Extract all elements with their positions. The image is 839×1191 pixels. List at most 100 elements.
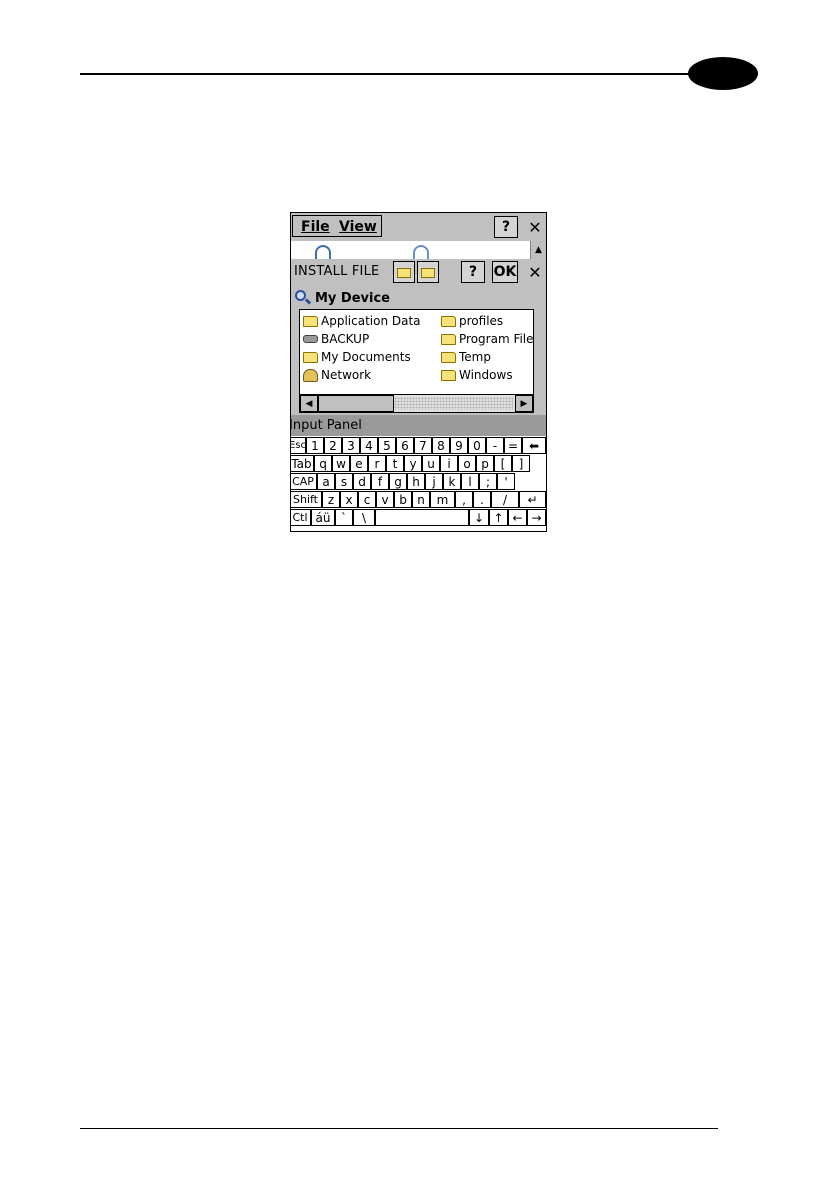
key-s[interactable]: s xyxy=(335,473,353,490)
key-tab[interactable]: Tab xyxy=(291,455,314,472)
key-minus[interactable]: - xyxy=(486,437,504,454)
key-slash[interactable]: / xyxy=(491,491,519,508)
key-y[interactable]: y xyxy=(404,455,422,472)
key-6[interactable]: 6 xyxy=(396,437,414,454)
arrow-left-key[interactable]: ← xyxy=(508,509,527,526)
location-row: My Device xyxy=(295,289,390,307)
key-v[interactable]: v xyxy=(376,491,394,508)
key-comma[interactable]: , xyxy=(455,491,473,508)
close-button[interactable]: ✕ xyxy=(523,216,546,238)
scroll-track[interactable] xyxy=(394,397,513,410)
key-esc[interactable]: Esc xyxy=(291,437,306,454)
key-h[interactable]: h xyxy=(407,473,425,490)
folder-icon xyxy=(441,351,456,363)
key-z[interactable]: z xyxy=(322,491,340,508)
key-right-bracket[interactable]: ] xyxy=(512,455,530,472)
key-m[interactable]: m xyxy=(430,491,455,508)
key-1[interactable]: 1 xyxy=(306,437,324,454)
file-list: Application Data BACKUP My Documents Net… xyxy=(299,309,534,413)
scroll-left-icon[interactable]: ◀ xyxy=(300,395,318,412)
location-label: My Device xyxy=(315,290,390,306)
keyboard-row-5: Ctl áü ` \ ↓ ↑ ← → xyxy=(291,509,546,527)
horizontal-scrollbar[interactable]: ◀ ▶ xyxy=(300,394,533,412)
folder-icon xyxy=(441,369,456,381)
arrow-right-key[interactable]: → xyxy=(527,509,546,526)
key-equals[interactable]: = xyxy=(504,437,522,454)
keyboard-row-4: Shift z x c v b n m , . / ↵ xyxy=(291,491,546,509)
key-8[interactable]: 8 xyxy=(432,437,450,454)
enter-key[interactable]: ↵ xyxy=(519,491,546,508)
keyboard-row-2: Tab q w e r t y u i o p [ ] xyxy=(291,455,546,473)
key-ctrl[interactable]: Ctl xyxy=(291,509,311,526)
key-f[interactable]: f xyxy=(371,473,389,490)
help-button[interactable]: ? xyxy=(494,216,518,238)
clock-icon xyxy=(413,245,429,259)
key-left-bracket[interactable]: [ xyxy=(494,455,512,472)
menu-view[interactable]: View xyxy=(339,219,377,235)
list-item[interactable]: Windows xyxy=(441,366,513,384)
list-item[interactable]: My Documents xyxy=(303,348,411,366)
device-screen: File View ? ✕ ▲ INSTALL FILE ? OK ✕ My D… xyxy=(290,212,547,532)
scroll-up-icon[interactable]: ▲ xyxy=(530,241,546,259)
key-7[interactable]: 7 xyxy=(414,437,432,454)
key-shift[interactable]: Shift xyxy=(291,491,322,508)
list-item[interactable]: Network xyxy=(303,366,371,384)
key-c[interactable]: c xyxy=(358,491,376,508)
input-panel-bar: Input Panel xyxy=(291,415,546,436)
key-apostrophe[interactable]: ' xyxy=(497,473,515,490)
key-semicolon[interactable]: ; xyxy=(479,473,497,490)
list-item[interactable]: BACKUP xyxy=(303,330,369,348)
key-u[interactable]: u xyxy=(422,455,440,472)
key-o[interactable]: o xyxy=(458,455,476,472)
dialog-close-button[interactable]: ✕ xyxy=(523,261,546,283)
key-n[interactable]: n xyxy=(412,491,430,508)
key-3[interactable]: 3 xyxy=(342,437,360,454)
key-r[interactable]: r xyxy=(368,455,386,472)
key-q[interactable]: q xyxy=(314,455,332,472)
key-b[interactable]: b xyxy=(394,491,412,508)
key-e[interactable]: e xyxy=(350,455,368,472)
backspace-key[interactable]: ⬅ xyxy=(522,437,546,454)
key-j[interactable]: j xyxy=(425,473,443,490)
folder-icon xyxy=(441,333,456,345)
scroll-right-icon[interactable]: ▶ xyxy=(515,395,533,412)
key-5[interactable]: 5 xyxy=(378,437,396,454)
key-x[interactable]: x xyxy=(340,491,358,508)
key-i[interactable]: i xyxy=(440,455,458,472)
key-w[interactable]: w xyxy=(332,455,350,472)
key-2[interactable]: 2 xyxy=(324,437,342,454)
dialog-help-button[interactable]: ? xyxy=(461,261,485,283)
list-item[interactable]: Program Files xyxy=(441,330,533,348)
key-t[interactable]: t xyxy=(386,455,404,472)
key-period[interactable]: . xyxy=(473,491,491,508)
dialog-title: INSTALL FILE xyxy=(294,264,380,279)
key-d[interactable]: d xyxy=(353,473,371,490)
key-international[interactable]: áü xyxy=(311,509,335,526)
app-icon xyxy=(315,245,331,259)
space-key[interactable] xyxy=(375,509,469,526)
key-9[interactable]: 9 xyxy=(450,437,468,454)
scroll-thumb[interactable] xyxy=(318,395,394,412)
list-item[interactable]: Temp xyxy=(441,348,491,366)
up-folder-icon[interactable] xyxy=(393,261,415,283)
key-backtick[interactable]: ` xyxy=(335,509,353,526)
header-rule xyxy=(80,73,718,75)
arrow-down-key[interactable]: ↓ xyxy=(469,509,489,526)
key-g[interactable]: g xyxy=(389,473,407,490)
ok-button[interactable]: OK xyxy=(492,261,518,283)
key-a[interactable]: a xyxy=(317,473,335,490)
key-k[interactable]: k xyxy=(443,473,461,490)
new-folder-icon[interactable] xyxy=(417,261,439,283)
list-item[interactable]: profiles xyxy=(441,312,503,330)
key-l[interactable]: l xyxy=(461,473,479,490)
soft-keyboard: Esc 1 2 3 4 5 6 7 8 9 0 - = ⬅ Tab q w e … xyxy=(291,436,546,531)
list-item[interactable]: Application Data xyxy=(303,312,421,330)
arrow-up-key[interactable]: ↑ xyxy=(489,509,508,526)
key-4[interactable]: 4 xyxy=(360,437,378,454)
magnifier-icon xyxy=(295,290,312,306)
key-caps[interactable]: CAP xyxy=(291,473,317,490)
menu-file[interactable]: File xyxy=(301,219,330,235)
key-backslash[interactable]: \ xyxy=(353,509,375,526)
key-0[interactable]: 0 xyxy=(468,437,486,454)
key-p[interactable]: p xyxy=(476,455,494,472)
